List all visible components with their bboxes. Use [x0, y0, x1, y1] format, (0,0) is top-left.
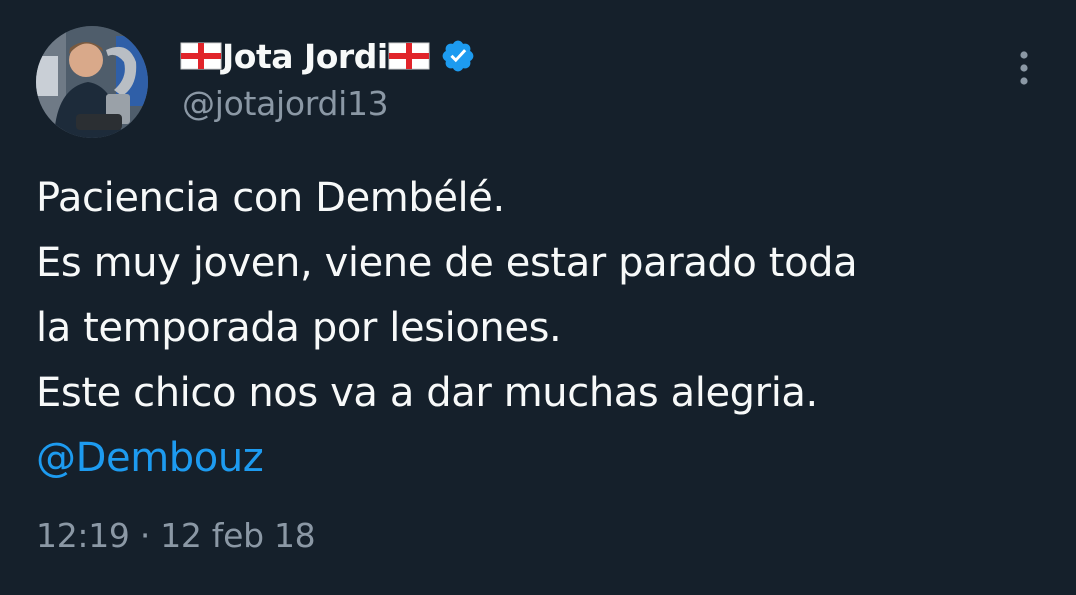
user-handle[interactable]: @jotajordi13 [182, 84, 389, 123]
tweet-card: Jota Jordi @jotajordi13 Paciencia con De… [0, 0, 1076, 595]
display-name[interactable]: Jota Jordi [222, 37, 388, 76]
meta-separator: · [139, 516, 151, 555]
tweet-timestamp[interactable]: 12:19 · 12 feb 18 [36, 516, 316, 555]
avatar[interactable] [36, 26, 148, 138]
verified-badge-icon[interactable] [440, 38, 476, 74]
tweet-date: 12 feb 18 [160, 516, 316, 555]
tweet-line: Es muy joven, viene de estar parado toda [36, 240, 858, 286]
flag-england-icon [180, 42, 222, 70]
flag-england-icon [388, 42, 430, 70]
tweet-time: 12:19 [36, 516, 130, 555]
tweet-line: Paciencia con Dembélé. [36, 175, 505, 221]
mention-link[interactable]: @Dembouz [36, 426, 1046, 491]
tweet-text: Paciencia con Dembélé. Es muy joven, vie… [36, 166, 1046, 491]
tweet-line: Este chico nos va a dar muchas alegria. [36, 370, 818, 416]
display-name-row[interactable]: Jota Jordi [180, 34, 476, 78]
tweet-line: la temporada por lesiones. [36, 305, 562, 351]
more-options-icon[interactable] [1012, 48, 1036, 88]
